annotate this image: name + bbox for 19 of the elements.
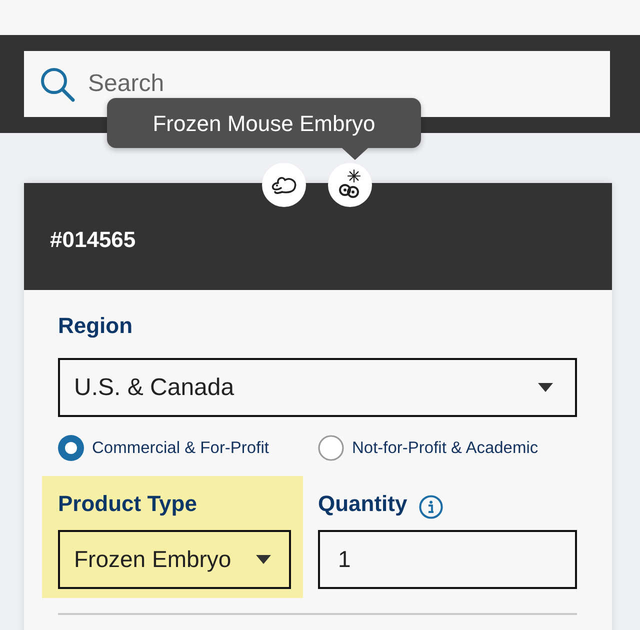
- info-icon[interactable]: [419, 495, 444, 519]
- field-label: Region: [58, 312, 133, 340]
- tooltip: Frozen Mouse Embryo: [107, 98, 421, 160]
- snowflake-cells-icon[interactable]: [328, 163, 372, 207]
- radio-label[interactable]: Commercial & For-Profit: [92, 436, 269, 460]
- radio-button[interactable]: [58, 435, 84, 461]
- field-label: Product Type: [58, 490, 197, 518]
- field-label: Quantity: [318, 490, 408, 518]
- product-type-select[interactable]: Frozen Embryo: [58, 530, 291, 589]
- card-title: #014565: [50, 226, 136, 254]
- tooltip-arrow: [342, 148, 368, 160]
- dropdown-caret-icon: [256, 555, 271, 564]
- mouse-icon[interactable]: [262, 163, 306, 207]
- quantity-input[interactable]: 1: [318, 530, 577, 589]
- radio-label[interactable]: Not-for-Profit & Academic: [352, 436, 538, 460]
- region-select[interactable]: U.S. & Canada: [58, 358, 577, 417]
- radio-button[interactable]: [318, 435, 344, 461]
- dropdown-caret-icon: [538, 383, 553, 392]
- search-icon: [40, 66, 75, 102]
